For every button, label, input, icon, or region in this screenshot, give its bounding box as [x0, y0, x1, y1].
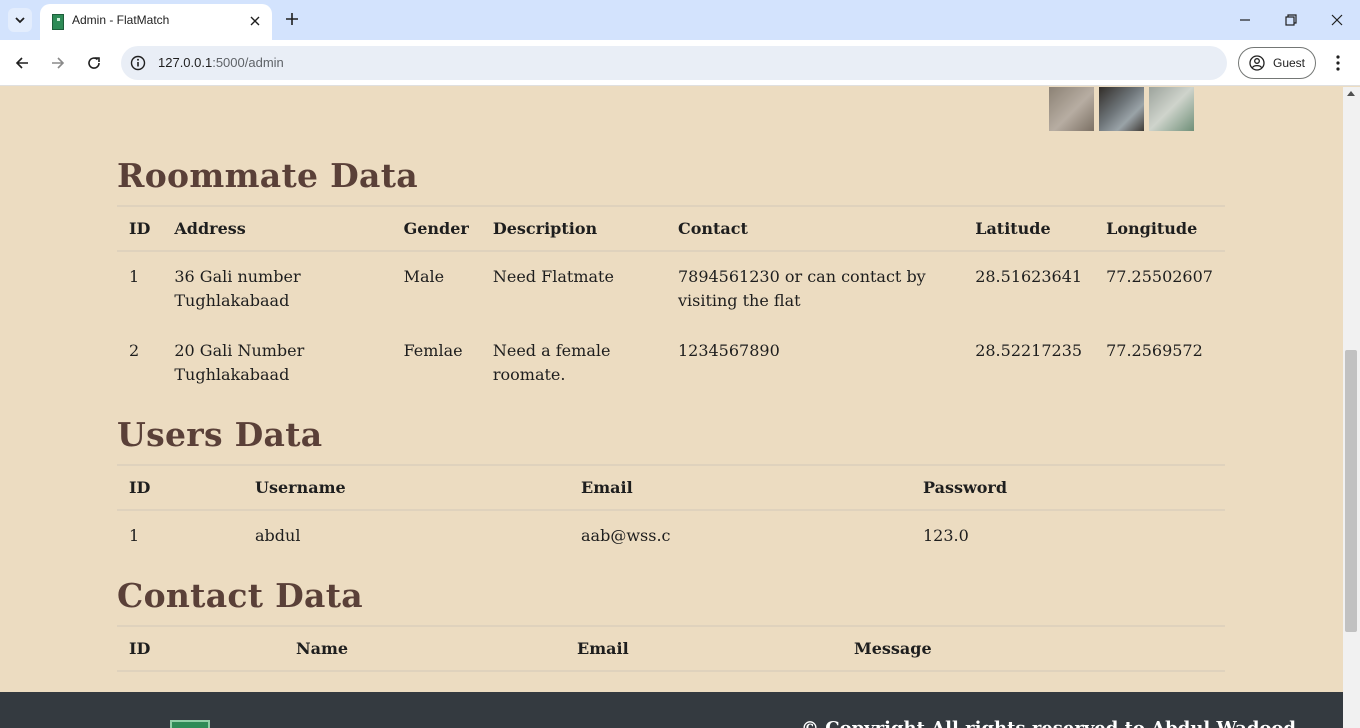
tab-search-chevron-icon[interactable]: [8, 8, 32, 32]
table-cell: 28.51623641: [975, 267, 1083, 286]
column-header: Name: [284, 625, 565, 672]
column-header: Longitude: [1094, 205, 1225, 252]
table-cell: 77.2569572: [1106, 341, 1203, 360]
table-row: 1 36 Gali number Tughlakabaad Male Need …: [117, 251, 1225, 326]
table-cell: 1234567890: [677, 341, 780, 360]
url-path: :5000/admin: [212, 55, 284, 70]
scrollbar-thumb[interactable]: [1345, 350, 1357, 632]
column-header: Email: [565, 625, 842, 672]
table-cell: Femlae: [403, 341, 463, 360]
back-arrow-icon[interactable]: [10, 51, 34, 75]
address-url: 127.0.0.1:5000/admin: [158, 55, 284, 70]
footer-logo: [170, 720, 210, 728]
profile-avatar-icon: [1249, 55, 1265, 71]
roommate-section: Roommate Data: [117, 156, 1225, 195]
users-section: Users Data: [117, 415, 1225, 454]
flat-image-thumbnail[interactable]: [1049, 87, 1094, 131]
column-header: Email: [569, 464, 911, 511]
column-header: Latitude: [963, 205, 1095, 252]
users-table-wrapper: ID Username Email Password 1 abdul aab@w…: [117, 464, 1225, 561]
page-viewport: Roommate Data ID Address Gender Descript…: [0, 87, 1343, 728]
table-cell: 7894561230 or can contact by visiting th…: [677, 267, 926, 310]
tab-close-icon[interactable]: [246, 12, 264, 30]
profile-button[interactable]: Guest: [1238, 47, 1316, 79]
page-scrollbar[interactable]: [1343, 87, 1360, 728]
restore-window-icon[interactable]: [1268, 0, 1314, 40]
address-bar[interactable]: 127.0.0.1:5000/admin: [121, 46, 1227, 80]
new-tab-plus-icon[interactable]: [282, 9, 302, 29]
column-header: ID: [117, 205, 163, 252]
users-table: ID Username Email Password 1 abdul aab@w…: [117, 464, 1225, 561]
table-cell: 2: [129, 341, 140, 360]
table-cell: aab@wss.c: [581, 526, 671, 545]
roommate-table: ID Address Gender Description Contact La…: [117, 205, 1225, 400]
column-header: Contact: [665, 205, 964, 252]
footer-copyright: © Copyright All rights reserved to Abdul…: [801, 718, 1296, 728]
table-cell: 1: [129, 267, 140, 286]
table-cell: 28.52217235: [975, 341, 1083, 360]
column-header: Address: [162, 205, 392, 252]
flatmatch-favicon-icon: [52, 14, 64, 30]
table-cell: abdul: [255, 526, 301, 545]
minimize-window-icon[interactable]: [1222, 0, 1268, 40]
roommate-table-wrapper: ID Address Gender Description Contact La…: [117, 205, 1225, 400]
site-info-icon[interactable]: [129, 54, 147, 72]
forward-arrow-icon[interactable]: [46, 51, 70, 75]
close-window-icon[interactable]: [1314, 0, 1360, 40]
profile-label: Guest: [1273, 56, 1306, 70]
flat-image-thumbnail[interactable]: [1099, 87, 1144, 131]
table-header-row: ID Username Email Password: [117, 464, 1225, 511]
browser-toolbar: 127.0.0.1:5000/admin Guest: [0, 40, 1360, 86]
column-header: ID: [117, 625, 284, 672]
table-cell: 1: [129, 526, 140, 545]
column-header: ID: [117, 464, 243, 511]
contact-section-title: Contact Data: [117, 576, 363, 615]
column-header: Username: [243, 464, 569, 511]
contact-table-wrapper: ID Name Email Message: [117, 625, 1225, 672]
table-cell: 77.25502607: [1106, 267, 1213, 286]
table-header-row: ID Name Email Message: [117, 625, 1225, 672]
table-cell: Need a female roomate.: [492, 341, 611, 384]
table-cell: 36 Gali number Tughlakabaad: [174, 267, 301, 310]
column-header: Message: [842, 625, 1225, 672]
table-row: 2 20 Gali Number Tughlakabaad Femlae Nee…: [117, 326, 1225, 400]
browser-menu-kebab-icon[interactable]: [1328, 51, 1348, 75]
table-cell: 123.0: [923, 526, 969, 545]
scroll-up-arrow-icon[interactable]: [1347, 91, 1355, 96]
flat-image-thumbnail[interactable]: [1149, 87, 1194, 131]
table-header-row: ID Address Gender Description Contact La…: [117, 205, 1225, 252]
reload-icon[interactable]: [82, 51, 106, 75]
table-row: 1 abdul aab@wss.c 123.0: [117, 510, 1225, 561]
table-cell: Need Flatmate: [492, 267, 614, 286]
browser-tab-bar: Admin - FlatMatch: [0, 0, 1360, 40]
column-header: Password: [911, 464, 1225, 511]
flat-image-thumbnails: [1049, 87, 1194, 131]
users-section-title: Users Data: [117, 415, 323, 454]
tab-title: Admin - FlatMatch: [72, 13, 170, 27]
browser-tab-active[interactable]: Admin - FlatMatch: [40, 4, 272, 40]
table-cell: 20 Gali Number Tughlakabaad: [174, 341, 305, 384]
page-footer: © Copyright All rights reserved to Abdul…: [0, 692, 1343, 728]
table-cell: Male: [403, 267, 445, 286]
column-header: Gender: [391, 205, 481, 252]
url-host: 127.0.0.1: [158, 55, 213, 70]
column-header: Description: [480, 205, 666, 252]
contact-section: Contact Data: [117, 576, 1225, 615]
contact-table: ID Name Email Message: [117, 625, 1225, 672]
roommate-section-title: Roommate Data: [117, 156, 418, 195]
